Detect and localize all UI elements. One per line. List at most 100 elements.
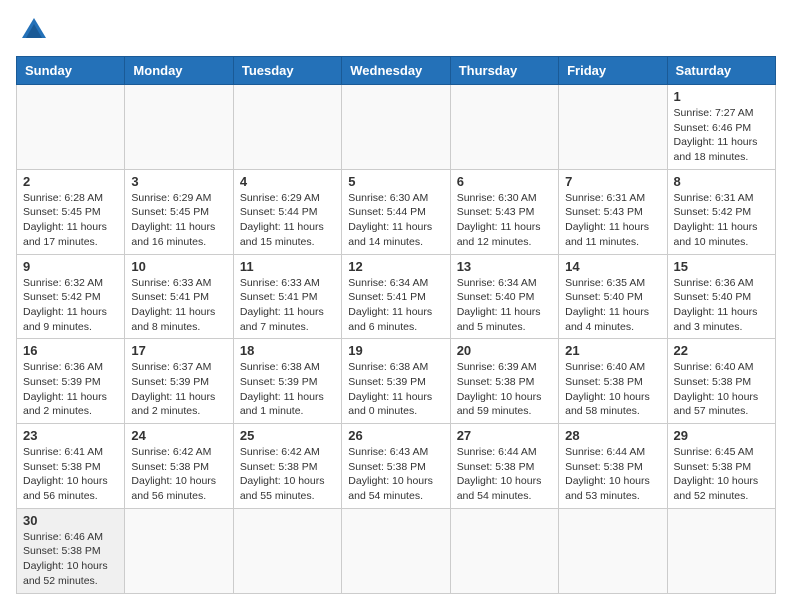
calendar-day-cell	[559, 508, 667, 593]
calendar-day-cell: 25 Sunrise: 6:42 AM Sunset: 5:38 PM Dayli…	[233, 424, 341, 509]
calendar-day-cell: 6 Sunrise: 6:30 AM Sunset: 5:43 PM Daylig…	[450, 169, 558, 254]
calendar-day-cell: 9 Sunrise: 6:32 AM Sunset: 5:42 PM Daylig…	[17, 254, 125, 339]
day-info: Sunrise: 6:44 AM Sunset: 5:38 PM Dayligh…	[565, 445, 660, 504]
calendar-day-cell	[667, 508, 775, 593]
day-number: 12	[348, 259, 443, 274]
day-info: Sunrise: 6:28 AM Sunset: 5:45 PM Dayligh…	[23, 191, 118, 250]
day-info: Sunrise: 6:32 AM Sunset: 5:42 PM Dayligh…	[23, 276, 118, 335]
day-number: 6	[457, 174, 552, 189]
day-info: Sunrise: 6:33 AM Sunset: 5:41 PM Dayligh…	[240, 276, 335, 335]
day-info: Sunrise: 6:29 AM Sunset: 5:45 PM Dayligh…	[131, 191, 226, 250]
calendar-day-cell: 4 Sunrise: 6:29 AM Sunset: 5:44 PM Daylig…	[233, 169, 341, 254]
calendar-day-cell: 18Sunrise: 6:38 AM Sunset: 5:39 PM Dayli…	[233, 339, 341, 424]
calendar-day-cell: 21Sunrise: 6:40 AM Sunset: 5:38 PM Dayli…	[559, 339, 667, 424]
day-number: 7	[565, 174, 660, 189]
calendar-day-cell	[342, 85, 450, 170]
day-number: 29	[674, 428, 769, 443]
day-info: Sunrise: 6:38 AM Sunset: 5:39 PM Dayligh…	[240, 360, 335, 419]
day-info: Sunrise: 6:37 AM Sunset: 5:39 PM Dayligh…	[131, 360, 226, 419]
calendar-day-cell: 12 Sunrise: 6:34 AM Sunset: 5:41 PM Dayli…	[342, 254, 450, 339]
calendar-day-cell	[450, 85, 558, 170]
day-number: 11	[240, 259, 335, 274]
day-number: 14	[565, 259, 660, 274]
calendar-day-cell	[450, 508, 558, 593]
weekday-header-row: SundayMondayTuesdayWednesdayThursdayFrid…	[17, 57, 776, 85]
calendar-day-cell	[17, 85, 125, 170]
day-number: 10	[131, 259, 226, 274]
calendar-day-cell: 23Sunrise: 6:41 AM Sunset: 5:38 PM Dayli…	[17, 424, 125, 509]
day-info: Sunrise: 6:40 AM Sunset: 5:38 PM Dayligh…	[674, 360, 769, 419]
day-number: 19	[348, 343, 443, 358]
day-info: Sunrise: 7:27 AM Sunset: 6:46 PM Dayligh…	[674, 106, 769, 165]
calendar-day-cell: 14 Sunrise: 6:35 AM Sunset: 5:40 PM Dayli…	[559, 254, 667, 339]
logo-icon	[20, 16, 48, 44]
calendar-day-cell: 30 Sunrise: 6:46 AM Sunset: 5:38 PM Dayli…	[17, 508, 125, 593]
day-number: 21	[565, 343, 660, 358]
logo	[16, 16, 48, 44]
calendar-week-row: 9 Sunrise: 6:32 AM Sunset: 5:42 PM Daylig…	[17, 254, 776, 339]
day-number: 30	[23, 513, 118, 528]
calendar-day-cell: 20Sunrise: 6:39 AM Sunset: 5:38 PM Dayli…	[450, 339, 558, 424]
calendar-day-cell: 26Sunrise: 6:43 AM Sunset: 5:38 PM Dayli…	[342, 424, 450, 509]
day-number: 25	[240, 428, 335, 443]
day-info: Sunrise: 6:35 AM Sunset: 5:40 PM Dayligh…	[565, 276, 660, 335]
calendar-day-cell: 11 Sunrise: 6:33 AM Sunset: 5:41 PM Dayli…	[233, 254, 341, 339]
day-number: 27	[457, 428, 552, 443]
day-number: 15	[674, 259, 769, 274]
calendar-day-cell: 5Sunrise: 6:30 AM Sunset: 5:44 PM Daylig…	[342, 169, 450, 254]
day-number: 9	[23, 259, 118, 274]
calendar-day-cell	[233, 85, 341, 170]
calendar-day-cell	[125, 85, 233, 170]
day-number: 16	[23, 343, 118, 358]
day-number: 13	[457, 259, 552, 274]
day-number: 28	[565, 428, 660, 443]
calendar-day-cell: 27Sunrise: 6:44 AM Sunset: 5:38 PM Dayli…	[450, 424, 558, 509]
calendar-day-cell: 28 Sunrise: 6:44 AM Sunset: 5:38 PM Dayli…	[559, 424, 667, 509]
day-info: Sunrise: 6:41 AM Sunset: 5:38 PM Dayligh…	[23, 445, 118, 504]
calendar-day-cell: 17 Sunrise: 6:37 AM Sunset: 5:39 PM Dayli…	[125, 339, 233, 424]
day-number: 24	[131, 428, 226, 443]
calendar-day-cell: 13 Sunrise: 6:34 AM Sunset: 5:40 PM Dayli…	[450, 254, 558, 339]
calendar-day-cell	[559, 85, 667, 170]
day-number: 1	[674, 89, 769, 104]
day-info: Sunrise: 6:34 AM Sunset: 5:41 PM Dayligh…	[348, 276, 443, 335]
weekday-header-wednesday: Wednesday	[342, 57, 450, 85]
day-info: Sunrise: 6:36 AM Sunset: 5:40 PM Dayligh…	[674, 276, 769, 335]
day-info: Sunrise: 6:36 AM Sunset: 5:39 PM Dayligh…	[23, 360, 118, 419]
weekday-header-saturday: Saturday	[667, 57, 775, 85]
day-number: 4	[240, 174, 335, 189]
calendar-week-row: 2 Sunrise: 6:28 AM Sunset: 5:45 PM Daylig…	[17, 169, 776, 254]
day-info: Sunrise: 6:29 AM Sunset: 5:44 PM Dayligh…	[240, 191, 335, 250]
day-info: Sunrise: 6:46 AM Sunset: 5:38 PM Dayligh…	[23, 530, 118, 589]
calendar-day-cell	[125, 508, 233, 593]
weekday-header-tuesday: Tuesday	[233, 57, 341, 85]
weekday-header-monday: Monday	[125, 57, 233, 85]
calendar-day-cell: 19Sunrise: 6:38 AM Sunset: 5:39 PM Dayli…	[342, 339, 450, 424]
day-number: 22	[674, 343, 769, 358]
day-number: 8	[674, 174, 769, 189]
day-info: Sunrise: 6:42 AM Sunset: 5:38 PM Dayligh…	[131, 445, 226, 504]
calendar-week-row: 1 Sunrise: 7:27 AM Sunset: 6:46 PM Daylig…	[17, 85, 776, 170]
calendar-day-cell: 24 Sunrise: 6:42 AM Sunset: 5:38 PM Dayli…	[125, 424, 233, 509]
calendar-day-cell: 7Sunrise: 6:31 AM Sunset: 5:43 PM Daylig…	[559, 169, 667, 254]
day-info: Sunrise: 6:30 AM Sunset: 5:44 PM Dayligh…	[348, 191, 443, 250]
day-number: 2	[23, 174, 118, 189]
calendar-week-row: 30 Sunrise: 6:46 AM Sunset: 5:38 PM Dayli…	[17, 508, 776, 593]
calendar-day-cell: 15 Sunrise: 6:36 AM Sunset: 5:40 PM Dayli…	[667, 254, 775, 339]
calendar-day-cell: 29Sunrise: 6:45 AM Sunset: 5:38 PM Dayli…	[667, 424, 775, 509]
day-info: Sunrise: 6:34 AM Sunset: 5:40 PM Dayligh…	[457, 276, 552, 335]
page-header	[16, 16, 776, 44]
day-number: 3	[131, 174, 226, 189]
calendar-table: SundayMondayTuesdayWednesdayThursdayFrid…	[16, 56, 776, 594]
calendar-day-cell: 3 Sunrise: 6:29 AM Sunset: 5:45 PM Daylig…	[125, 169, 233, 254]
day-number: 17	[131, 343, 226, 358]
day-info: Sunrise: 6:39 AM Sunset: 5:38 PM Dayligh…	[457, 360, 552, 419]
calendar-day-cell	[342, 508, 450, 593]
day-info: Sunrise: 6:30 AM Sunset: 5:43 PM Dayligh…	[457, 191, 552, 250]
calendar-day-cell	[233, 508, 341, 593]
calendar-week-row: 23Sunrise: 6:41 AM Sunset: 5:38 PM Dayli…	[17, 424, 776, 509]
calendar-day-cell: 1 Sunrise: 7:27 AM Sunset: 6:46 PM Daylig…	[667, 85, 775, 170]
weekday-header-friday: Friday	[559, 57, 667, 85]
calendar-day-cell: 10Sunrise: 6:33 AM Sunset: 5:41 PM Dayli…	[125, 254, 233, 339]
day-info: Sunrise: 6:42 AM Sunset: 5:38 PM Dayligh…	[240, 445, 335, 504]
